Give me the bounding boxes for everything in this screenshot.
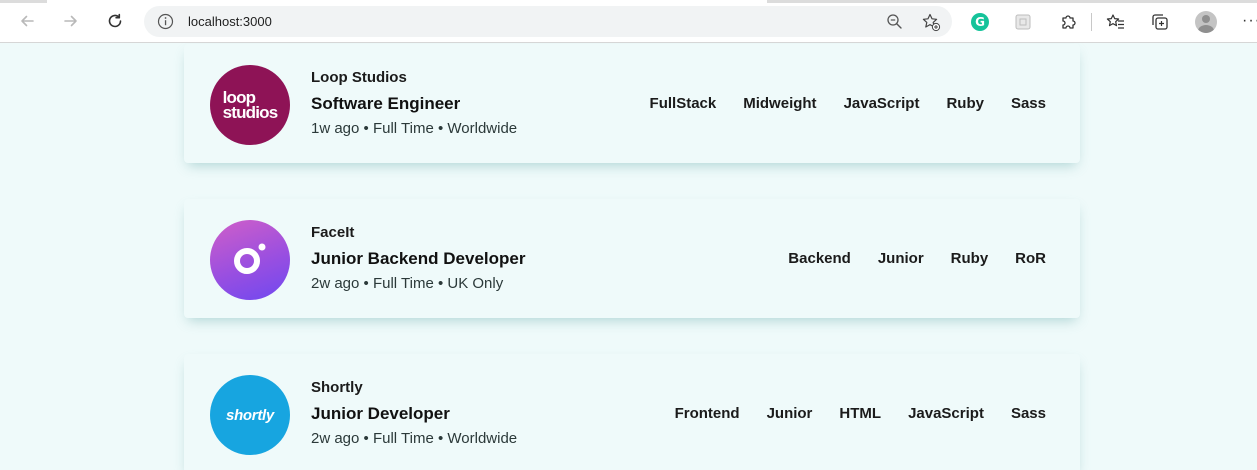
extension-box-icon[interactable] xyxy=(1012,11,1034,33)
collections-icon[interactable] xyxy=(1149,11,1171,33)
address-bar[interactable]: localhost:3000 xyxy=(144,6,952,37)
arrow-right-icon xyxy=(64,15,77,27)
favorites-icon[interactable] xyxy=(1105,11,1127,33)
tab-strip xyxy=(0,0,1257,3)
job-tags: Frontend Junior HTML JavaScript Sass xyxy=(675,405,1046,422)
job-meta: 2w ago • Full Time • Worldwide xyxy=(311,430,518,447)
more-options-icon[interactable]: ··· xyxy=(1242,12,1257,30)
tag-filter[interactable]: Frontend xyxy=(675,405,740,422)
profile-avatar[interactable] xyxy=(1195,11,1217,33)
toolbar-divider xyxy=(1091,13,1092,31)
loop-studios-logo-text: loop studios xyxy=(222,89,279,122)
company-logo: shortly xyxy=(210,375,290,455)
tag-filter[interactable]: Junior xyxy=(767,405,813,422)
job-meta: 1w ago • Full Time • Worldwide xyxy=(311,120,518,137)
tag-filter[interactable]: Junior xyxy=(878,250,924,267)
job-card[interactable]: FaceIt Junior Backend Developer 2w ago •… xyxy=(184,199,1080,318)
url-text[interactable]: localhost:3000 xyxy=(188,14,272,29)
extensions-puzzle-icon[interactable] xyxy=(1057,11,1079,33)
site-info-icon[interactable] xyxy=(157,13,174,35)
active-tab[interactable] xyxy=(47,0,767,3)
job-tags: Backend Junior Ruby RoR xyxy=(788,250,1046,267)
company-logo xyxy=(210,220,290,300)
tag-filter[interactable]: Sass xyxy=(1011,405,1046,422)
tag-filter[interactable]: Sass xyxy=(1011,95,1046,112)
job-position[interactable]: Junior Developer xyxy=(311,404,450,424)
job-card[interactable]: shortly Shortly Junior Developer 2w ago … xyxy=(184,354,1080,470)
zoom-icon[interactable] xyxy=(886,13,903,35)
company-name: FaceIt xyxy=(311,224,355,241)
tag-filter[interactable]: Ruby xyxy=(951,250,989,267)
refresh-icon xyxy=(108,13,122,28)
tag-filter[interactable]: Ruby xyxy=(946,95,984,112)
tag-filter[interactable]: Midweight xyxy=(743,95,816,112)
tag-filter[interactable]: HTML xyxy=(839,405,881,422)
add-favorite-icon[interactable] xyxy=(921,12,941,37)
tag-filter[interactable]: RoR xyxy=(1015,250,1046,267)
back-button[interactable] xyxy=(14,8,40,34)
company-name: Shortly xyxy=(311,379,363,396)
job-meta: 2w ago • Full Time • UK Only xyxy=(311,275,504,292)
tag-filter[interactable]: JavaScript xyxy=(908,405,984,422)
job-card[interactable]: loop studios Loop Studios Software Engin… xyxy=(184,44,1080,163)
shortly-logo-text: shortly xyxy=(226,406,274,424)
logo-line: studios xyxy=(222,103,279,122)
reload-button[interactable] xyxy=(102,8,128,34)
arrow-left-icon xyxy=(21,15,34,27)
company-name: Loop Studios xyxy=(311,69,407,86)
forward-button[interactable] xyxy=(58,8,84,34)
tag-filter[interactable]: Backend xyxy=(788,250,851,267)
faceit-logo-icon xyxy=(234,243,266,274)
browser-toolbar: localhost:3000 G ··· xyxy=(0,0,1257,43)
job-position[interactable]: Junior Backend Developer xyxy=(311,249,525,269)
grammarly-extension-icon[interactable]: G xyxy=(969,11,991,33)
job-listings-page: loop studios Loop Studios Software Engin… xyxy=(0,43,1257,470)
avatar-icon xyxy=(1195,11,1217,33)
tag-filter[interactable]: JavaScript xyxy=(844,95,920,112)
tag-filter[interactable]: FullStack xyxy=(650,95,717,112)
job-tags: FullStack Midweight JavaScript Ruby Sass xyxy=(650,95,1046,112)
job-position[interactable]: Software Engineer xyxy=(311,94,460,114)
company-logo: loop studios xyxy=(210,65,290,145)
